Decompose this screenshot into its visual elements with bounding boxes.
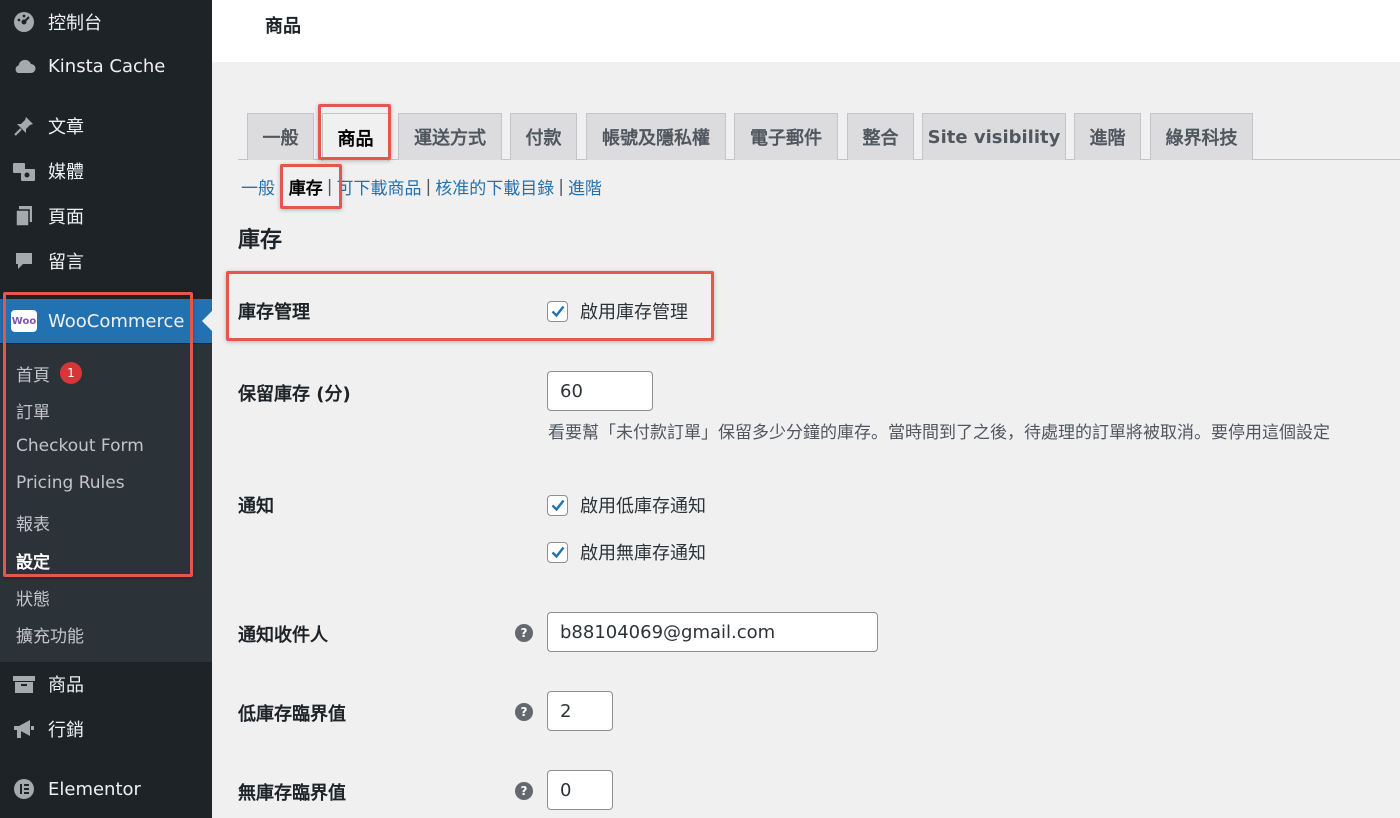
- menu-item-media[interactable]: 媒體: [0, 149, 212, 193]
- admin-sidebar: 控制台 Kinsta Cache 文章 媒體 頁面 留言 Woo WooComm…: [0, 0, 212, 818]
- no-threshold-input[interactable]: [547, 770, 613, 810]
- menu-item-dashboard[interactable]: 控制台: [0, 0, 212, 44]
- tab-emails[interactable]: 電子郵件: [734, 113, 838, 160]
- page-header: 商品: [212, 0, 1400, 62]
- archive-box-icon: [11, 671, 37, 697]
- hold-stock-label: 保留庫存 (分): [238, 384, 351, 405]
- menu-label-pages: 頁面: [48, 207, 84, 228]
- notifications-label: 通知: [238, 496, 274, 517]
- woocommerce-submenu: 首頁 1 訂單 Checkout Form Pricing Rules 報表 設…: [0, 344, 212, 662]
- menu-item-products[interactable]: 商品: [0, 662, 212, 706]
- woo-logo-text: Woo: [11, 310, 37, 332]
- menu-item-pages[interactable]: 頁面: [0, 194, 212, 238]
- menu-item-marketing[interactable]: 行銷: [0, 707, 212, 751]
- help-tip-icon[interactable]: ?: [515, 703, 533, 721]
- tab-general[interactable]: 一般: [247, 113, 314, 160]
- menu-label-comments: 留言: [48, 252, 84, 273]
- no-stock-notification-checkbox[interactable]: [547, 541, 568, 563]
- subnav-separator: |: [326, 176, 333, 197]
- menu-label-elementor: Elementor: [48, 778, 141, 800]
- media-icon: [11, 158, 37, 184]
- recipient-label: 通知收件人: [238, 625, 328, 646]
- help-tip-icon[interactable]: ?: [515, 624, 533, 642]
- megaphone-icon: [11, 716, 37, 742]
- section-subnav: 一般 | 庫存 | 可下載商品 | 核准的下載目錄 | 進階: [241, 174, 602, 200]
- tab-ecpay[interactable]: 綠界科技: [1150, 113, 1253, 160]
- no-stock-notification-option[interactable]: 啟用無庫存通知: [547, 539, 706, 565]
- low-stock-notification-checkbox[interactable]: [547, 494, 568, 516]
- hold-stock-description: 看要幫「未付款訂單」保留多少分鐘的庫存。當時間到了之後，待處理的訂單將被取消。要…: [548, 423, 1330, 443]
- comment-bubble-icon: [11, 248, 37, 274]
- no-threshold-label: 無庫存臨界值: [238, 783, 346, 804]
- menu-label-media: 媒體: [48, 162, 84, 183]
- menu-label-dashboard: 控制台: [48, 13, 102, 34]
- submenu-item-checkout-form[interactable]: Checkout Form: [16, 436, 144, 456]
- subnav-link-approved-downloads[interactable]: 核准的下載目錄: [435, 174, 554, 199]
- low-stock-notification-option[interactable]: 啟用低庫存通知: [547, 492, 706, 518]
- low-stock-notification-label: 啟用低庫存通知: [580, 496, 706, 517]
- menu-label-marketing: 行銷: [48, 720, 84, 741]
- dashboard-gauge-icon: [11, 9, 37, 35]
- submenu-item-settings[interactable]: 設定: [16, 548, 50, 573]
- submenu-item-status[interactable]: 狀態: [16, 585, 50, 610]
- tab-advanced[interactable]: 進階: [1074, 113, 1141, 160]
- pages-icon: [11, 203, 37, 229]
- submenu-label-home: 首頁: [16, 365, 50, 386]
- tab-accounts-privacy[interactable]: 帳號及隱私權: [586, 113, 726, 160]
- pushpin-icon: [11, 113, 37, 139]
- woo-logo-icon: Woo: [11, 308, 37, 334]
- manage-stock-checkbox-label: 啟用庫存管理: [580, 302, 688, 323]
- manage-stock-checkbox[interactable]: [547, 300, 568, 322]
- menu-item-woocommerce[interactable]: Woo WooCommerce: [0, 299, 212, 343]
- notification-badge: 1: [60, 362, 82, 384]
- help-tip-icon[interactable]: ?: [515, 782, 533, 800]
- tab-payments[interactable]: 付款: [510, 113, 577, 160]
- no-stock-notification-label: 啟用無庫存通知: [580, 543, 706, 564]
- subnav-separator: |: [558, 176, 564, 197]
- page-title: 商品: [265, 16, 301, 37]
- hold-stock-input[interactable]: [547, 371, 653, 411]
- current-menu-arrow: [202, 311, 212, 331]
- menu-label-posts: 文章: [48, 117, 84, 138]
- manage-stock-option[interactable]: 啟用庫存管理: [547, 298, 688, 324]
- recipient-email-input[interactable]: [547, 612, 878, 652]
- low-threshold-input[interactable]: [547, 691, 613, 731]
- submenu-item-pricing-rules[interactable]: Pricing Rules: [16, 473, 125, 493]
- checkmark-icon: [551, 305, 564, 318]
- elementor-icon: [11, 776, 37, 802]
- submenu-item-orders[interactable]: 訂單: [16, 398, 50, 423]
- low-threshold-label: 低庫存臨界值: [238, 704, 346, 725]
- subnav-link-advanced[interactable]: 進階: [568, 174, 602, 199]
- cloud-icon: [11, 53, 37, 79]
- menu-item-elementor[interactable]: Elementor: [0, 767, 212, 811]
- menu-label-woocommerce: WooCommerce: [48, 310, 185, 332]
- menu-item-posts[interactable]: 文章: [0, 104, 212, 148]
- subnav-current-inventory[interactable]: 庫存: [289, 174, 323, 199]
- section-title: 庫存: [238, 228, 283, 253]
- menu-label-kinsta-cache: Kinsta Cache: [48, 55, 166, 77]
- tab-products[interactable]: 商品: [322, 113, 389, 161]
- menu-label-products: 商品: [48, 675, 84, 696]
- submenu-item-reports[interactable]: 報表: [16, 510, 50, 535]
- subnav-link-general[interactable]: 一般: [241, 174, 275, 199]
- subnav-separator: |: [279, 176, 285, 197]
- tab-shipping[interactable]: 運送方式: [398, 113, 502, 160]
- submenu-item-home[interactable]: 首頁 1: [16, 360, 82, 386]
- submenu-item-extensions[interactable]: 擴充功能: [16, 622, 84, 647]
- subnav-separator: |: [425, 176, 432, 197]
- tab-integration[interactable]: 整合: [847, 113, 914, 160]
- manage-stock-label: 庫存管理: [238, 302, 310, 323]
- tab-site-visibility[interactable]: Site visibility: [922, 113, 1066, 160]
- menu-item-comments[interactable]: 留言: [0, 239, 212, 283]
- checkmark-icon: [551, 499, 564, 512]
- menu-item-kinsta-cache[interactable]: Kinsta Cache: [0, 44, 212, 88]
- subnav-link-downloadable[interactable]: 可下載商品: [336, 174, 421, 199]
- checkmark-icon: [551, 546, 564, 559]
